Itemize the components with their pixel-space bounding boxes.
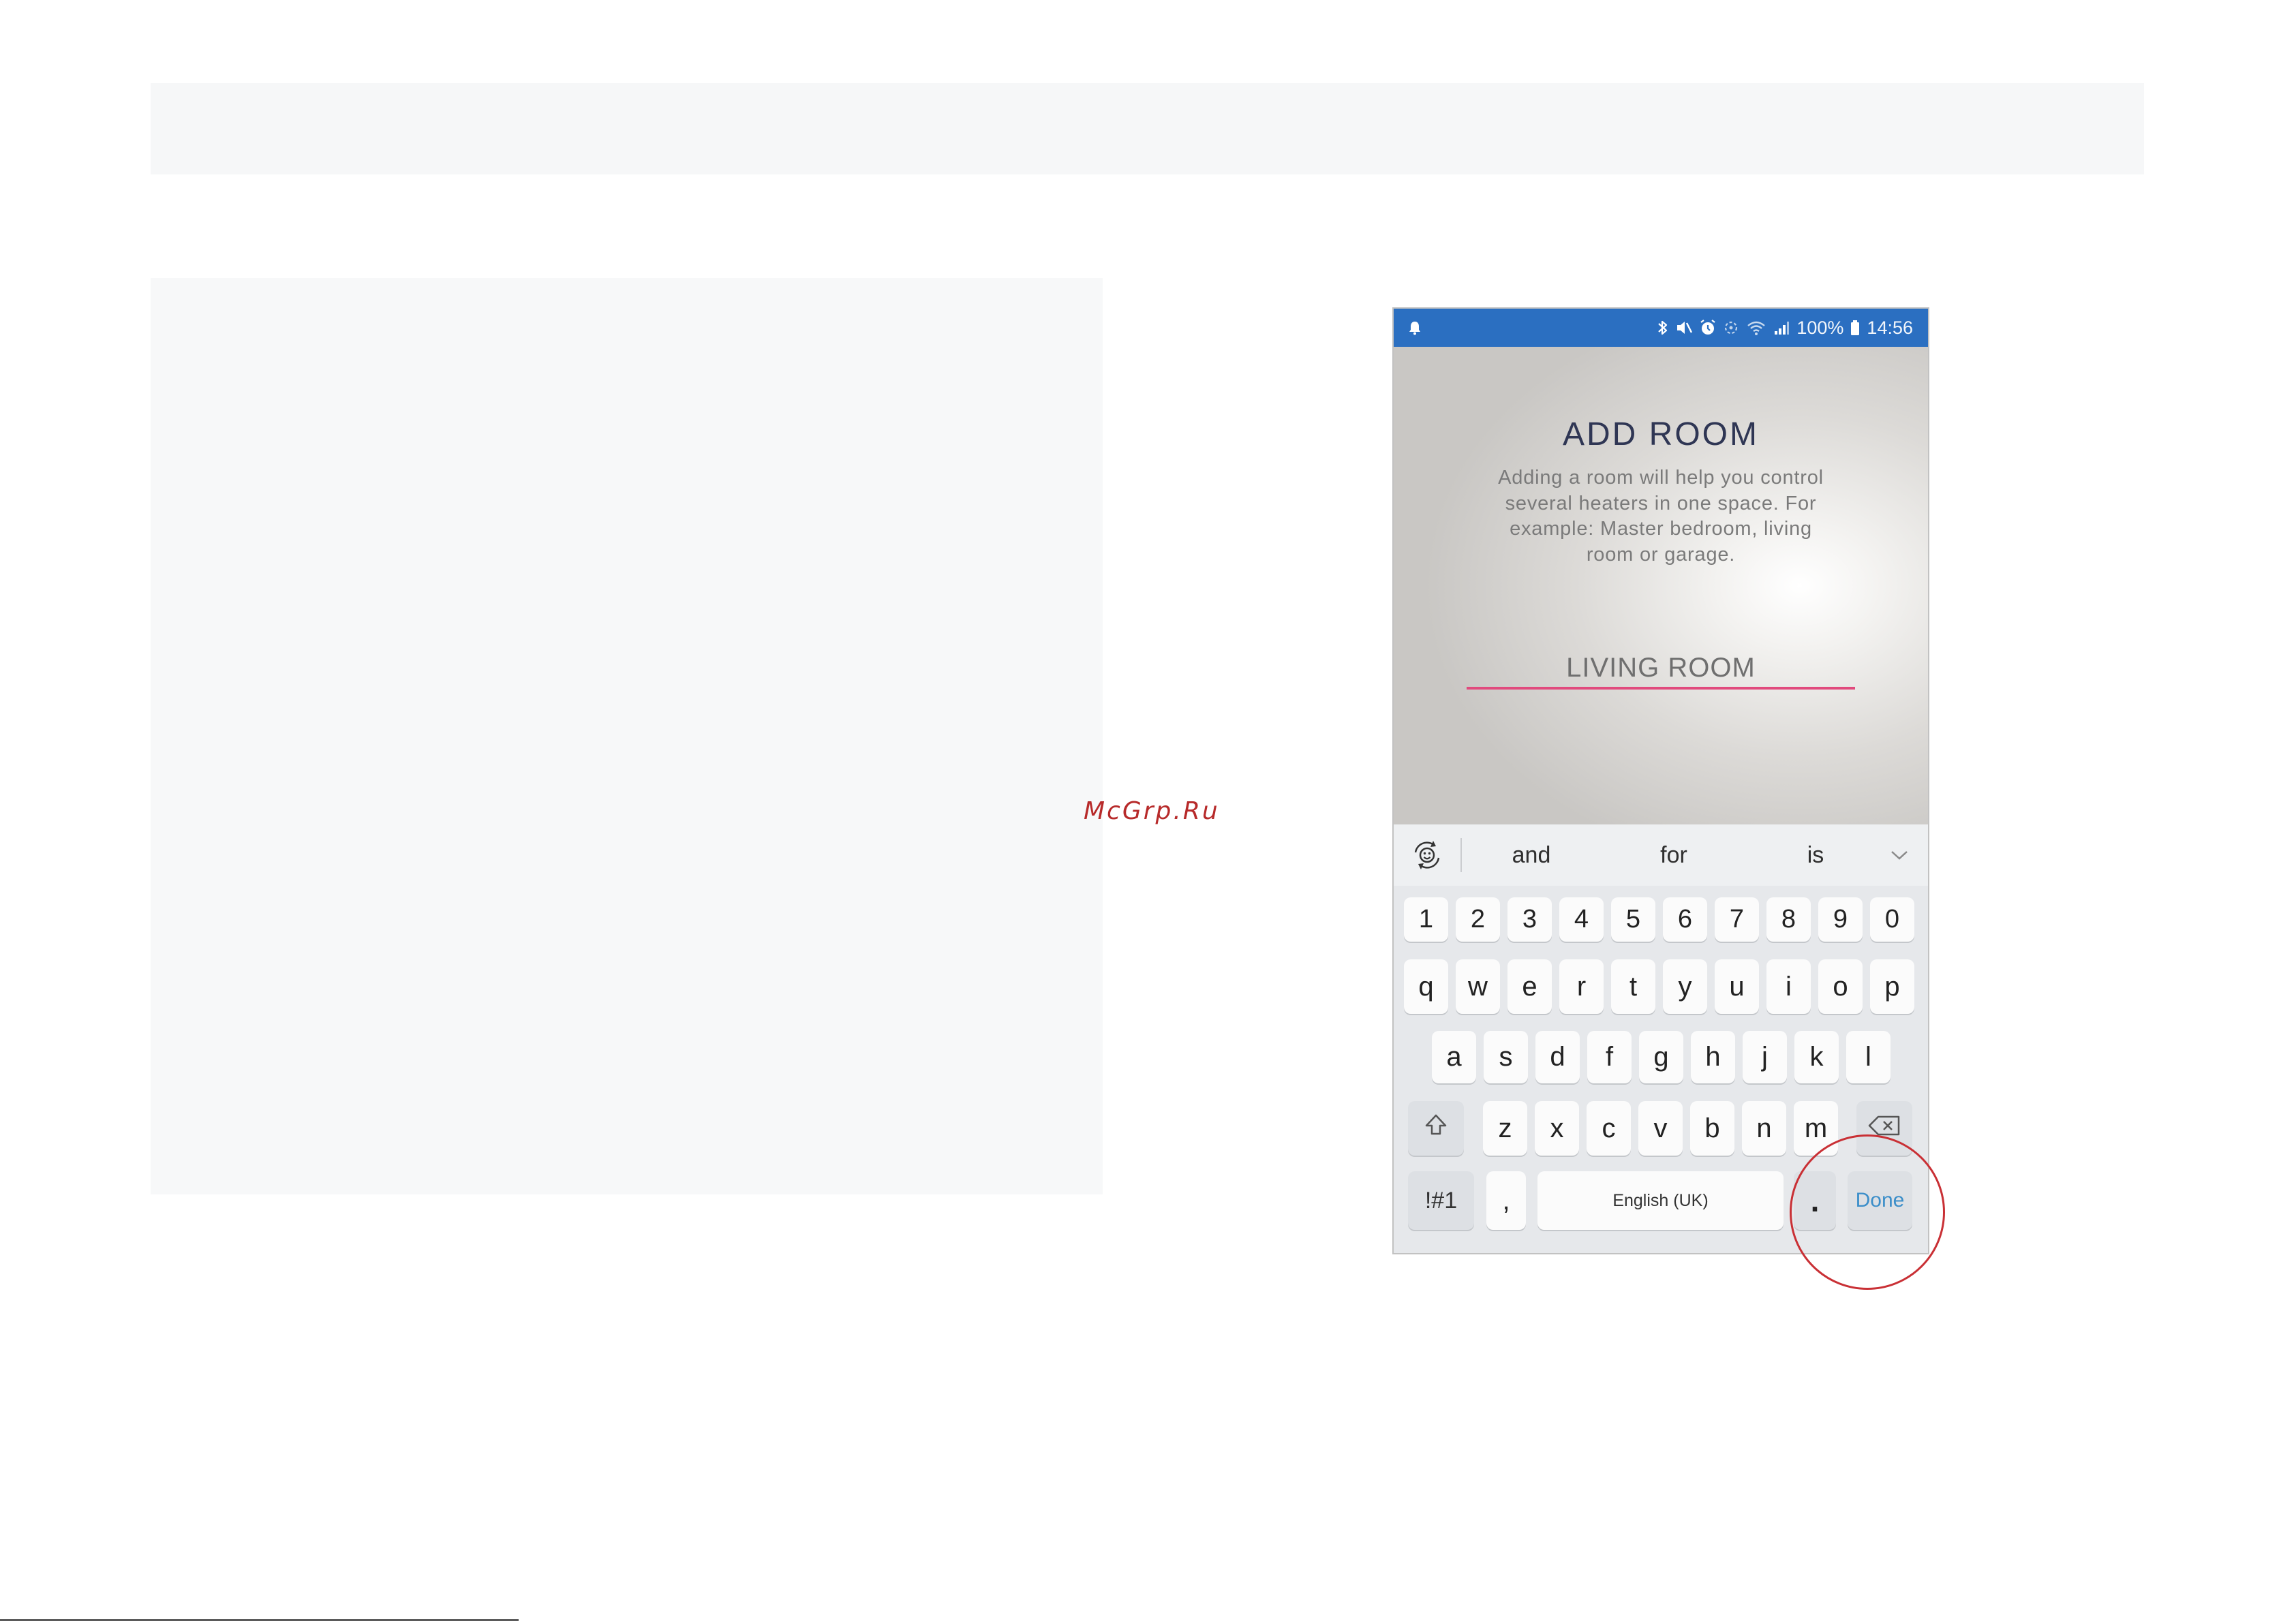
key-8[interactable]: 8 — [1766, 897, 1811, 942]
description: Adding a room will help you control seve… — [1394, 465, 1928, 568]
key-d[interactable]: d — [1535, 1031, 1580, 1083]
data-saver-icon — [1723, 319, 1739, 337]
suggestion-item[interactable]: and — [1484, 824, 1579, 886]
key-p[interactable]: p — [1870, 959, 1914, 1014]
key-z[interactable]: z — [1483, 1101, 1527, 1156]
key-1[interactable]: 1 — [1404, 897, 1448, 942]
key-7[interactable]: 7 — [1715, 897, 1759, 942]
key-4[interactable]: 4 — [1559, 897, 1604, 942]
key-t[interactable]: t — [1611, 959, 1655, 1014]
highlight-circle — [1790, 1134, 1945, 1290]
key-u[interactable]: u — [1715, 959, 1759, 1014]
shift-icon — [1422, 1111, 1450, 1145]
add-room-screen: ADD ROOM Adding a room will help you con… — [1394, 347, 1928, 824]
key-s[interactable]: s — [1484, 1031, 1528, 1083]
emoji-cycle-icon[interactable] — [1409, 837, 1445, 873]
header-band — [151, 83, 2144, 174]
key-f[interactable]: f — [1587, 1031, 1632, 1083]
key-j[interactable]: j — [1743, 1031, 1787, 1083]
key-y[interactable]: y — [1663, 959, 1707, 1014]
chevron-down-icon[interactable] — [1889, 848, 1910, 862]
letter-row-top: q w e r t y u i o p — [1404, 959, 1914, 1014]
key-k[interactable]: k — [1794, 1031, 1839, 1083]
blank-panel — [151, 278, 1103, 1194]
key-q[interactable]: q — [1404, 959, 1448, 1014]
number-row: 1 2 3 4 5 6 7 8 9 0 — [1404, 897, 1914, 942]
key-h[interactable]: h — [1691, 1031, 1735, 1083]
suggestion-bar: and for is — [1394, 824, 1928, 886]
suggestion-item[interactable]: is — [1768, 824, 1863, 886]
page-title: ADD ROOM — [1563, 416, 1759, 452]
bluetooth-icon — [1657, 319, 1668, 337]
key-w[interactable]: w — [1456, 959, 1500, 1014]
space-key[interactable]: English (UK) — [1537, 1171, 1784, 1230]
letter-row-bottom: z x c v b n m — [1483, 1101, 1838, 1156]
alarm-icon — [1700, 319, 1716, 337]
battery-icon — [1850, 319, 1860, 337]
wifi-icon — [1746, 319, 1766, 337]
suggestion-divider — [1460, 838, 1462, 872]
key-a[interactable]: a — [1432, 1031, 1476, 1083]
watermark: McGrp.Ru — [1084, 797, 1220, 825]
key-n[interactable]: n — [1742, 1101, 1786, 1156]
key-r[interactable]: r — [1559, 959, 1604, 1014]
letter-row-middle: a s d f g h j k l — [1432, 1031, 1891, 1083]
key-x[interactable]: x — [1535, 1101, 1579, 1156]
symbols-key[interactable]: !#1 — [1408, 1171, 1474, 1230]
room-name-input[interactable] — [1467, 651, 1855, 684]
clock-time: 14:56 — [1867, 317, 1913, 338]
key-v[interactable]: v — [1638, 1101, 1683, 1156]
phone-screenshot: 100% 14:56 ADD ROOM Adding a room will h… — [1392, 307, 1929, 1254]
footer-rule — [0, 1619, 519, 1621]
description-line: several heaters in one space. For — [1505, 492, 1817, 514]
key-9[interactable]: 9 — [1818, 897, 1863, 942]
key-c[interactable]: c — [1587, 1101, 1631, 1156]
signal-icon — [1773, 319, 1790, 337]
suggestion-item[interactable]: for — [1626, 824, 1721, 886]
key-3[interactable]: 3 — [1507, 897, 1552, 942]
comma-key[interactable]: , — [1486, 1171, 1526, 1230]
key-5[interactable]: 5 — [1611, 897, 1655, 942]
key-i[interactable]: i — [1766, 959, 1811, 1014]
key-e[interactable]: e — [1507, 959, 1552, 1014]
mute-icon — [1675, 319, 1693, 337]
notification-icon — [1408, 320, 1422, 335]
description-line: Adding a room will help you control — [1498, 467, 1824, 489]
key-g[interactable]: g — [1639, 1031, 1683, 1083]
battery-percent: 100% — [1796, 317, 1844, 338]
key-o[interactable]: o — [1818, 959, 1863, 1014]
key-2[interactable]: 2 — [1456, 897, 1500, 942]
key-b[interactable]: b — [1690, 1101, 1734, 1156]
shift-key[interactable] — [1408, 1101, 1464, 1156]
input-underline — [1467, 687, 1855, 690]
description-line: example: Master bedroom, living — [1510, 518, 1812, 540]
key-l[interactable]: l — [1846, 1031, 1891, 1083]
key-0[interactable]: 0 — [1870, 897, 1914, 942]
key-6[interactable]: 6 — [1663, 897, 1707, 942]
status-bar: 100% 14:56 — [1394, 309, 1928, 347]
status-icons: 100% 14:56 — [1657, 309, 1913, 347]
description-line: room or garage. — [1586, 543, 1736, 566]
